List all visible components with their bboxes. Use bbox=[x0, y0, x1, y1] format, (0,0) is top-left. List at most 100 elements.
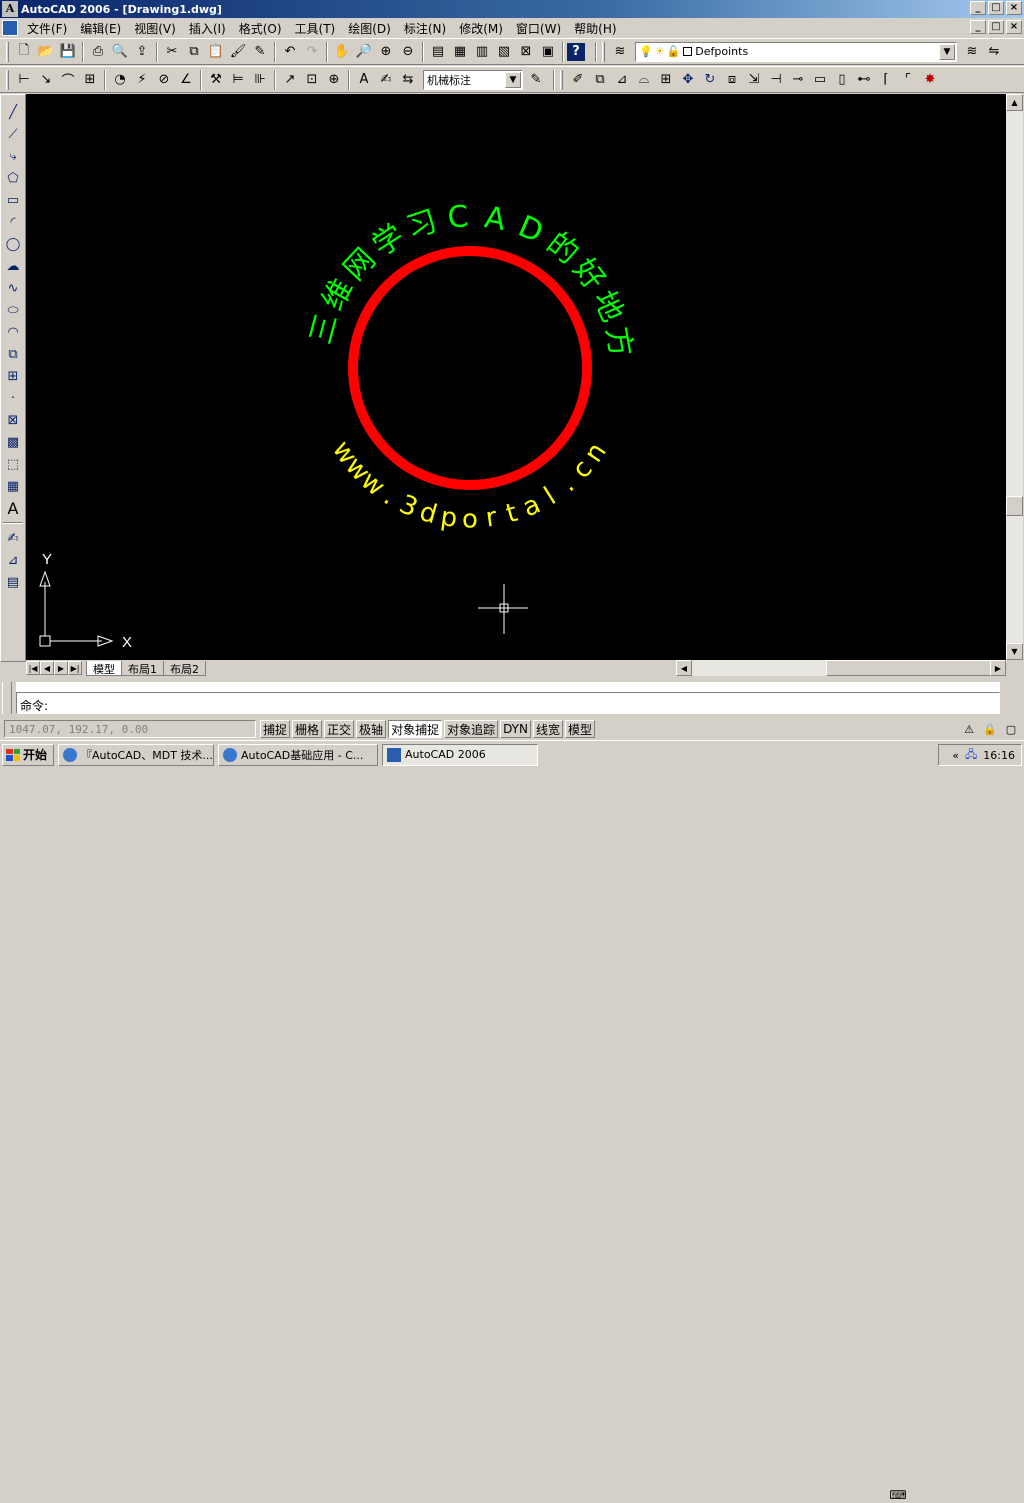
offset-icon[interactable]: ⌓ bbox=[633, 69, 655, 91]
network-icon[interactable]: 🖧 bbox=[965, 746, 977, 765]
grid-toggle[interactable]: 栅格 bbox=[292, 720, 323, 738]
make-block-icon[interactable]: ⊞ bbox=[2, 365, 24, 387]
menu-draw[interactable]: 绘图(D) bbox=[342, 20, 398, 37]
undo-icon[interactable]: ↶ bbox=[279, 41, 301, 63]
join-icon[interactable]: ⊷ bbox=[853, 69, 875, 91]
scroll-up-icon[interactable]: ▲ bbox=[1006, 94, 1023, 111]
fillet-icon[interactable]: ⌜ bbox=[897, 69, 919, 91]
jogged-dimension-icon[interactable]: ⚡ bbox=[131, 69, 153, 91]
aligned-dimension-icon[interactable]: ↘ bbox=[35, 69, 57, 91]
chevron-down-icon[interactable]: ▼ bbox=[505, 71, 521, 88]
gradient-icon[interactable]: ▩ bbox=[2, 431, 24, 453]
ortho-toggle[interactable]: 正交 bbox=[324, 720, 355, 738]
construction-line-icon[interactable]: ⟋ bbox=[2, 123, 24, 145]
taskbar-item-active[interactable]: AutoCAD 2006 bbox=[382, 743, 539, 766]
scale-icon[interactable]: ⧈ bbox=[721, 69, 743, 91]
restore-button[interactable]: □ bbox=[988, 1, 1004, 15]
command-window-grip[interactable] bbox=[2, 682, 12, 714]
mirror-icon[interactable]: ⊿ bbox=[611, 69, 633, 91]
continue-dimension-icon[interactable]: ⊪ bbox=[249, 69, 271, 91]
layer-manager-icon[interactable]: ≋ bbox=[609, 41, 631, 63]
dimension-update-icon[interactable]: ⇆ bbox=[397, 69, 419, 91]
save-icon[interactable]: 💾 bbox=[57, 41, 79, 63]
multiline-text-icon[interactable]: A bbox=[2, 497, 24, 519]
menu-window[interactable]: 窗口(W) bbox=[510, 20, 568, 37]
document-icon[interactable] bbox=[2, 20, 18, 36]
command-input[interactable]: 命令: bbox=[16, 692, 1000, 714]
extend-icon[interactable]: ⊸ bbox=[787, 69, 809, 91]
dimension-style-manager-icon[interactable]: ⊿ bbox=[2, 549, 24, 571]
radius-dimension-icon[interactable]: ◔ bbox=[109, 69, 131, 91]
scroll-down-icon[interactable]: ▼ bbox=[1006, 643, 1023, 660]
dimension-edit-icon[interactable]: A bbox=[353, 69, 375, 91]
polar-toggle[interactable]: 极轴 bbox=[356, 720, 387, 738]
autocad-app-icon[interactable]: A bbox=[2, 1, 18, 17]
circle-icon[interactable]: ◯ bbox=[2, 233, 24, 255]
point-icon[interactable]: · bbox=[2, 387, 24, 409]
dyn-toggle[interactable]: DYN bbox=[500, 720, 531, 738]
otrack-toggle[interactable]: 对象追踪 bbox=[444, 720, 499, 738]
redo-icon[interactable]: ↷ bbox=[301, 41, 323, 63]
pan-icon[interactable]: ✋ bbox=[331, 41, 353, 63]
osnap-toggle[interactable]: 对象捕捉 bbox=[388, 720, 443, 738]
center-mark-icon[interactable]: ⊕ bbox=[323, 69, 345, 91]
make-layer-current-icon[interactable]: ≋ bbox=[961, 41, 983, 63]
doc-minimize-button[interactable]: _ bbox=[970, 20, 986, 34]
close-button[interactable]: × bbox=[1006, 1, 1022, 15]
dimension-style-icon[interactable]: ✎ bbox=[525, 69, 547, 91]
taskbar-item[interactable]: AutoCAD基础应用 - C... bbox=[218, 743, 379, 766]
doc-restore-button[interactable]: □ bbox=[988, 20, 1004, 34]
last-tab-icon[interactable]: ▶| bbox=[68, 661, 82, 675]
menu-modify[interactable]: 修改(M) bbox=[453, 20, 510, 37]
array-icon[interactable]: ⊞ bbox=[655, 69, 677, 91]
text-style-icon[interactable]: ✍ bbox=[2, 527, 24, 549]
copy-object-icon[interactable]: ⧉ bbox=[589, 69, 611, 91]
tab-layout2[interactable]: 布局2 bbox=[163, 660, 206, 676]
first-tab-icon[interactable]: |◀ bbox=[26, 661, 40, 675]
line-icon[interactable]: ╱ bbox=[2, 101, 24, 123]
tray-expand-icon[interactable]: « bbox=[952, 749, 959, 762]
tab-model[interactable]: 模型 bbox=[86, 660, 122, 676]
diameter-dimension-icon[interactable]: ⊘ bbox=[153, 69, 175, 91]
menu-insert[interactable]: 插入(I) bbox=[183, 20, 233, 37]
hatch-icon[interactable]: ⊠ bbox=[2, 409, 24, 431]
menu-format[interactable]: 格式(O) bbox=[233, 20, 289, 37]
ellipse-icon[interactable]: ⬭ bbox=[2, 299, 24, 321]
break-at-point-icon[interactable]: ▭ bbox=[809, 69, 831, 91]
erase-icon[interactable]: ✐ bbox=[567, 69, 589, 91]
polygon-icon[interactable]: ⬠ bbox=[2, 167, 24, 189]
horizontal-scroll-thumb[interactable] bbox=[826, 660, 996, 676]
doc-close-button[interactable]: × bbox=[1006, 20, 1022, 34]
toolbar-grip[interactable] bbox=[602, 41, 605, 62]
new-file-icon[interactable]: 🗋 bbox=[13, 41, 35, 63]
calculator-icon[interactable]: ▣ bbox=[537, 41, 559, 63]
keyboard-icon[interactable]: ⌨ bbox=[888, 1487, 908, 1503]
linear-dimension-icon[interactable]: ⊢ bbox=[13, 69, 35, 91]
chevron-down-icon[interactable]: ▼ bbox=[939, 43, 955, 60]
tool-palettes-icon[interactable]: ▥ bbox=[471, 41, 493, 63]
table-icon[interactable]: ▦ bbox=[2, 475, 24, 497]
open-file-icon[interactable]: 📂 bbox=[35, 41, 57, 63]
menu-tools[interactable]: 工具(T) bbox=[289, 20, 343, 37]
stretch-icon[interactable]: ⇲ bbox=[743, 69, 765, 91]
move-icon[interactable]: ✥ bbox=[677, 69, 699, 91]
plot-preview-icon[interactable]: 🔍 bbox=[109, 41, 131, 63]
coordinate-readout[interactable]: 1047.07, 192.17, 0.00 bbox=[4, 720, 256, 738]
layer-dropdown[interactable]: 💡 ☀ 🔓 Defpoints ▼ bbox=[635, 41, 957, 62]
trim-icon[interactable]: ⊣ bbox=[765, 69, 787, 91]
paste-icon[interactable]: 📋 bbox=[205, 41, 227, 63]
vertical-scroll-thumb[interactable] bbox=[1006, 496, 1023, 516]
properties-icon[interactable]: ▤ bbox=[427, 41, 449, 63]
start-button[interactable]: 开始 bbox=[2, 743, 55, 766]
tab-layout1[interactable]: 布局1 bbox=[121, 660, 164, 676]
toolbar-lock-icon[interactable]: 🔒 bbox=[981, 720, 999, 738]
quick-leader-icon[interactable]: ↗ bbox=[279, 69, 301, 91]
cut-icon[interactable]: ✂ bbox=[161, 41, 183, 63]
toolbar-grip[interactable] bbox=[6, 41, 9, 62]
ordinate-dimension-icon[interactable]: ⊞ bbox=[79, 69, 101, 91]
horizontal-scrollbar[interactable]: ◀ ▶ bbox=[676, 660, 1006, 676]
angular-dimension-icon[interactable]: ∠ bbox=[175, 69, 197, 91]
clock[interactable]: 16:16 bbox=[983, 749, 1015, 762]
insert-block-icon[interactable]: ⧉ bbox=[2, 343, 24, 365]
design-center-icon[interactable]: ▦ bbox=[449, 41, 471, 63]
